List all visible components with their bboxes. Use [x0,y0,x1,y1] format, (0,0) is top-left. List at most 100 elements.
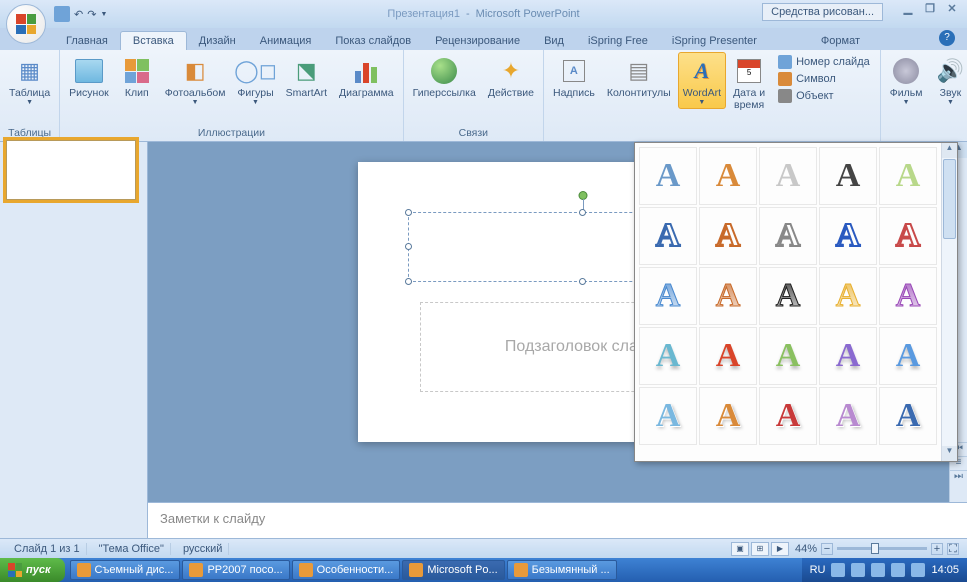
slidenumber-button[interactable]: Номер слайда [774,54,874,70]
wordart-style-21[interactable]: A [639,387,697,445]
photoalbum-button[interactable]: ◧Фотоальбом▼ [160,52,231,109]
resize-handle[interactable] [579,278,586,285]
tab-format[interactable]: Формат [809,32,872,50]
taskbar-task[interactable]: Особенности... [292,560,401,580]
clock[interactable]: 14:05 [931,564,959,576]
resize-handle[interactable] [405,209,412,216]
taskbar-task[interactable]: Съемный дис... [70,560,181,580]
tray-icon[interactable] [851,563,865,577]
table-button[interactable]: ▦ Таблица ▼ [4,52,55,109]
wordart-style-6[interactable]: A [639,207,697,265]
taskbar-task[interactable]: PP2007 посо... [182,560,289,580]
shapes-button[interactable]: ◯◻Фигуры▼ [232,52,278,109]
wordart-style-19[interactable]: A [819,327,877,385]
wordart-style-7[interactable]: A [699,207,757,265]
clipart-button[interactable]: Клип [116,52,158,103]
wordart-style-17[interactable]: A [699,327,757,385]
next-slide-icon[interactable]: ⏭ [950,470,967,484]
scroll-down-icon[interactable]: ▼ [942,446,957,461]
wordart-style-16[interactable]: A [639,327,697,385]
slideshow-view-button[interactable]: ▶ [771,542,789,556]
zoom-slider[interactable] [837,547,927,550]
tab-slideshow[interactable]: Показ слайдов [323,32,423,50]
qat-dropdown-icon[interactable]: ▼ [100,11,107,18]
action-button[interactable]: ✦Действие [483,52,539,103]
qat-undo-icon[interactable]: ↶ [74,8,83,21]
hyperlink-button[interactable]: Гиперссылка [408,52,481,103]
start-button[interactable]: пуск [0,558,65,582]
wordart-style-1[interactable]: A [639,147,697,205]
chevron-down-icon: ▼ [26,99,33,106]
symbol-button[interactable]: Символ [774,71,874,87]
tray-icon[interactable] [911,563,925,577]
office-button[interactable] [6,4,46,44]
minimize-button[interactable]: ▁ [899,2,917,15]
slide-thumbnail-pane[interactable] [0,142,148,538]
notes-pane[interactable]: Заметки к слайду [148,502,967,538]
tray-icon[interactable] [871,563,885,577]
wordart-style-5[interactable]: A [879,147,937,205]
tab-review[interactable]: Рецензирование [423,32,532,50]
tab-ispring-presenter[interactable]: iSpring Presenter [660,32,769,50]
tab-home[interactable]: Главная [54,32,120,50]
tab-animation[interactable]: Анимация [248,32,324,50]
sorter-view-button[interactable]: ⊞ [751,542,769,556]
wordart-style-3[interactable]: A [759,147,817,205]
wordart-style-10[interactable]: A [879,207,937,265]
wordart-style-22[interactable]: A [699,387,757,445]
scrollbar-thumb[interactable] [943,159,956,239]
resize-handle[interactable] [405,243,412,250]
wordart-button[interactable]: AWordArt▼ [678,52,726,109]
zoom-level[interactable]: 44% [795,543,817,555]
tab-design[interactable]: Дизайн [187,32,248,50]
close-button[interactable]: ✕ [943,2,961,15]
tray-icon[interactable] [891,563,905,577]
sound-button[interactable]: 🔊Звук▼ [929,52,967,109]
wordart-style-25[interactable]: A [879,387,937,445]
movie-button[interactable]: Фильм▼ [885,52,928,109]
language-indicator[interactable]: RU [810,564,826,576]
headerfooter-button[interactable]: ▤Колонтитулы [602,52,676,103]
slide-thumbnail-1[interactable] [6,140,136,200]
tab-ispring-free[interactable]: iSpring Free [576,32,660,50]
wordart-style-20[interactable]: A [879,327,937,385]
resize-handle[interactable] [579,209,586,216]
wordart-style-4[interactable]: A [819,147,877,205]
contextual-tab-drawing-tools[interactable]: Средства рисован... [762,3,883,21]
tab-view[interactable]: Вид [532,32,576,50]
datetime-button[interactable]: 5Дата и время [728,52,770,114]
taskbar-task[interactable]: Безымянный ... [507,560,617,580]
textbox-button[interactable]: AНадпись [548,52,600,103]
wordart-style-23[interactable]: A [759,387,817,445]
wordart-style-12[interactable]: A [699,267,757,325]
zoom-slider-thumb[interactable] [871,543,879,554]
wordart-style-2[interactable]: A [699,147,757,205]
restore-button[interactable]: ❐ [921,2,939,15]
qat-save-icon[interactable] [54,6,70,22]
help-icon[interactable]: ? [939,30,955,46]
scroll-up-icon[interactable]: ▲ [942,143,957,158]
resize-handle[interactable] [405,278,412,285]
wordart-style-24[interactable]: A [819,387,877,445]
wordart-style-13[interactable]: A [759,267,817,325]
normal-view-button[interactable]: ▣ [731,542,749,556]
tab-insert[interactable]: Вставка [120,31,187,50]
object-button[interactable]: Объект [774,88,874,104]
wordart-style-14[interactable]: A [819,267,877,325]
zoom-out-button[interactable]: − [821,543,833,555]
smartart-button[interactable]: ⬔SmartArt [281,52,332,103]
wordart-style-15[interactable]: A [879,267,937,325]
gallery-scrollbar[interactable]: ▲ ▼ [941,143,957,461]
wordart-style-9[interactable]: A [819,207,877,265]
language-indicator[interactable]: русский [177,543,229,555]
zoom-in-button[interactable]: + [931,543,943,555]
tray-icon[interactable] [831,563,845,577]
wordart-style-18[interactable]: A [759,327,817,385]
taskbar-task[interactable]: Microsoft Po... [402,560,504,580]
fit-window-button[interactable]: ⛶ [947,543,959,555]
wordart-style-11[interactable]: A [639,267,697,325]
chart-button[interactable]: Диаграмма [334,52,399,103]
picture-button[interactable]: Рисунок [64,52,114,103]
wordart-style-8[interactable]: A [759,207,817,265]
qat-redo-icon[interactable]: ↷ [87,8,96,21]
